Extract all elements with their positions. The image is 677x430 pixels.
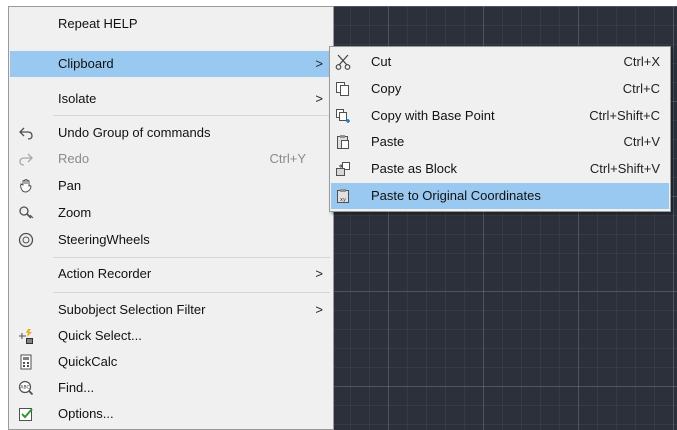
menu-item-label: Redo [58,151,90,166]
submenu-item-label: Paste [371,134,405,149]
submenu-arrow-icon: > [315,302,323,317]
submenu-item-shortcut: Ctrl+Shift+V [589,161,660,176]
svg-text:ABC: ABC [20,385,29,391]
menu-item-undo[interactable]: Undo Group of commands [10,120,332,146]
submenu-item-shortcut: Ctrl+C [622,81,660,96]
calculator-icon [20,354,32,370]
menu-item-label: Subobject Selection Filter [58,302,206,317]
find-icon: ABC [18,380,34,396]
copy-base-point-icon [336,109,350,123]
submenu-arrow-icon: > [315,56,323,71]
menu-item-redo[interactable]: Redo Ctrl+Y [10,146,332,172]
submenu-item-paste[interactable]: Paste Ctrl+V [331,129,669,155]
menu-item-isolate[interactable]: Isolate > [10,86,332,112]
menu-item-shortcut: Ctrl+Y [269,151,306,166]
menu-item-steeringwheels[interactable]: SteeringWheels [10,227,332,253]
zoom-icon [19,206,34,219]
menu-item-clipboard[interactable]: Clipboard > [10,51,332,77]
clipboard-submenu: Cut Ctrl+X Copy Ctrl+C Copy with Base Po… [329,46,671,212]
menu-item-label: Repeat HELP [58,16,138,31]
submenu-item-label: Paste to Original Coordinates [371,188,541,203]
context-menu: Repeat HELP Clipboard > Isolate > Undo G… [8,6,334,430]
menu-separator [53,115,330,116]
menu-item-repeat-help[interactable]: Repeat HELP [10,11,332,37]
redo-icon [19,153,33,166]
submenu-item-label: Copy [371,81,402,96]
menu-item-label: SteeringWheels [58,232,150,247]
submenu-item-shortcut: Ctrl+V [623,134,660,149]
submenu-arrow-icon: > [315,266,323,281]
submenu-item-copy[interactable]: Copy Ctrl+C [331,76,669,102]
menu-item-quick-select[interactable]: Quick Select... [10,323,332,349]
menu-item-label: Find... [58,380,95,395]
menu-item-subobject-selection-filter[interactable]: Subobject Selection Filter > [10,297,332,323]
copy-icon [336,82,349,96]
scissors-icon [335,54,351,70]
menu-item-label: Isolate [58,91,97,106]
submenu-item-label: Cut [371,54,392,69]
pan-icon [20,179,32,193]
menu-separator [53,292,330,293]
submenu-item-paste-as-block[interactable]: Paste as Block Ctrl+Shift+V [331,156,669,182]
menu-item-zoom[interactable]: Zoom [10,200,332,226]
menu-item-pan[interactable]: Pan [10,173,332,199]
menu-separator [53,257,330,258]
menu-item-label: Action Recorder [58,266,152,281]
submenu-item-shortcut: Ctrl+X [623,54,660,69]
menu-item-label: QuickCalc [58,354,118,369]
menu-item-find[interactable]: ABC Find... [10,375,332,401]
submenu-item-paste-to-original-coordinates[interactable]: xy Paste to Original Coordinates [331,183,669,209]
submenu-arrow-icon: > [315,91,323,106]
svg-text:xy: xy [340,197,346,203]
submenu-item-label: Copy with Base Point [371,108,495,123]
menu-item-label: Undo Group of commands [58,125,211,140]
menu-item-label: Clipboard [58,56,114,71]
menu-item-quickcalc[interactable]: QuickCalc [10,349,332,375]
menu-item-label: Pan [58,178,82,193]
submenu-item-label: Paste as Block [371,161,457,176]
submenu-item-copy-with-base-point[interactable]: Copy with Base Point Ctrl+Shift+C [331,103,669,129]
paste-original-coordinates-icon: xy [337,189,349,203]
application-stage: Repeat HELP Clipboard > Isolate > Undo G… [0,0,677,430]
menu-item-options[interactable]: Options... [10,401,332,427]
menu-item-action-recorder[interactable]: Action Recorder > [10,261,332,287]
menu-item-label: Options... [58,406,114,421]
submenu-item-cut[interactable]: Cut Ctrl+X [331,49,669,75]
paste-icon [337,135,349,149]
paste-block-icon [336,162,350,176]
quick-select-icon [19,329,33,344]
undo-icon [19,127,33,140]
menu-item-label: Zoom [58,205,92,220]
menu-item-label: Quick Select... [58,328,142,343]
options-icon [19,408,33,421]
steering-wheels-icon [18,232,34,248]
submenu-item-shortcut: Ctrl+Shift+C [589,108,660,123]
